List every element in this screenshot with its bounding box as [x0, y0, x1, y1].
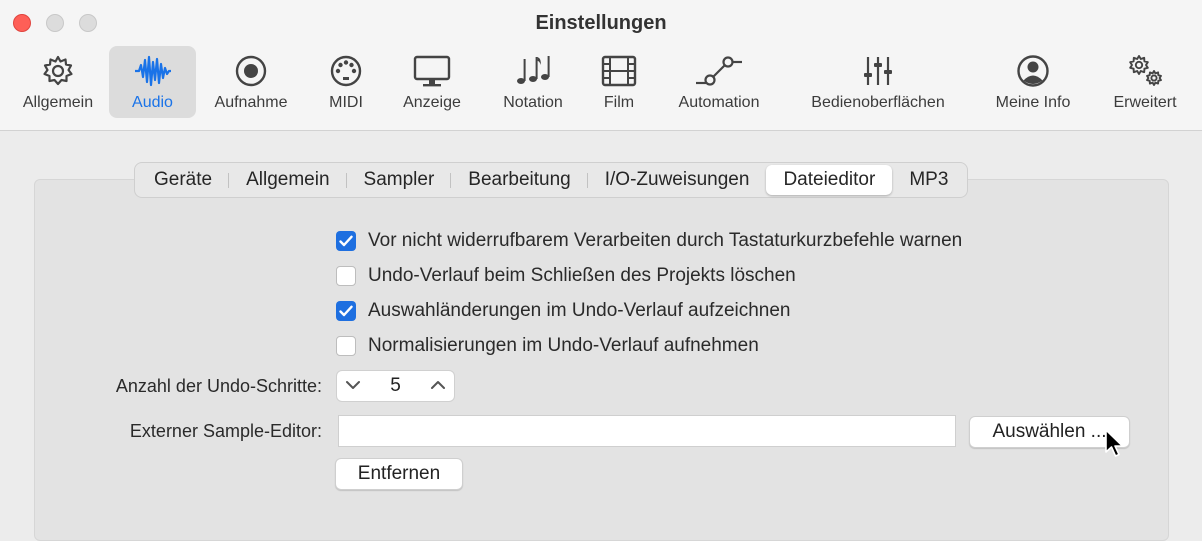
toolbar-item-film[interactable]: Film	[588, 46, 650, 118]
title-toolbar: Einstellungen Allgemein Audio Aufnahme M…	[0, 0, 1202, 131]
toolbar-label: Anzeige	[403, 94, 461, 111]
gear-icon	[38, 52, 78, 90]
toolbar-label: Aufnahme	[214, 94, 288, 111]
automation-icon	[694, 52, 744, 90]
checkmark-icon	[339, 235, 353, 247]
toolbar-item-bedienoberflaechen[interactable]: Bedienoberflächen	[796, 46, 960, 118]
checkmark-icon	[339, 305, 353, 317]
toolbar-label: MIDI	[329, 94, 363, 111]
mouse-pointer-icon	[1104, 428, 1126, 463]
option-warn-destructive[interactable]: Vor nicht widerrufbarem Verarbeiten durc…	[336, 229, 962, 253]
tab-geraete[interactable]: Geräte	[137, 165, 230, 195]
toolbar-label: Film	[603, 94, 635, 111]
tab-bar: Geräte Allgemein Sampler Bearbeitung I/O…	[134, 162, 969, 198]
toolbar-item-audio[interactable]: Audio	[109, 46, 196, 118]
tab-allgemein[interactable]: Allgemein	[229, 165, 347, 195]
undo-steps-value: 5	[390, 375, 401, 396]
undo-steps-stepper: 5	[336, 370, 455, 402]
tab-bearbeitung[interactable]: Bearbeitung	[451, 165, 589, 195]
record-icon	[231, 52, 271, 90]
sliders-icon	[858, 52, 898, 90]
toolbar-label: Notation	[503, 94, 563, 111]
toolbar-label: Automation	[678, 94, 760, 111]
tab-mp3[interactable]: MP3	[892, 165, 965, 195]
option-record-normalizations[interactable]: Normalisierungen im Undo-Verlauf aufnehm…	[336, 334, 759, 358]
checkbox-unchecked[interactable]	[336, 336, 356, 356]
toolbar-label: Erweitert	[1113, 94, 1177, 111]
monitor-icon	[412, 52, 452, 90]
checkbox-checked[interactable]	[336, 301, 356, 321]
external-editor-field[interactable]	[338, 415, 956, 447]
toolbar-item-notation[interactable]: Notation	[492, 46, 574, 118]
notes-icon	[513, 52, 553, 90]
option-label: Undo-Verlauf beim Schließen des Projekts…	[368, 265, 796, 286]
toolbar-item-automation[interactable]: Automation	[666, 46, 772, 118]
toolbar-label: Audio	[132, 94, 173, 111]
gears-icon	[1125, 52, 1165, 90]
tab-io-zuweisungen[interactable]: I/O-Zuweisungen	[588, 165, 767, 195]
option-label: Vor nicht widerrufbarem Verarbeiten durc…	[368, 230, 963, 251]
toolbar-item-aufnahme[interactable]: Aufnahme	[205, 46, 297, 118]
toolbar-label: Allgemein	[22, 94, 94, 111]
window-title: Einstellungen	[535, 12, 667, 34]
option-clear-undo-history[interactable]: Undo-Verlauf beim Schließen des Projekts…	[336, 264, 796, 288]
checkbox-checked[interactable]	[336, 231, 356, 251]
remove-button[interactable]: Entfernen	[335, 458, 463, 490]
checkbox-unchecked[interactable]	[336, 266, 356, 286]
midi-icon	[326, 52, 366, 90]
option-label: Auswahländerungen im Undo-Verlauf aufzei…	[368, 300, 791, 321]
preferences-window: Einstellungen Allgemein Audio Aufnahme M…	[0, 0, 1202, 541]
tab-dateieditor[interactable]: Dateieditor	[766, 165, 893, 195]
option-record-selection-changes[interactable]: Auswahländerungen im Undo-Verlauf aufzei…	[336, 299, 791, 323]
toolbar-item-meine-info[interactable]: Meine Info	[983, 46, 1083, 118]
person-icon	[1013, 52, 1053, 90]
toolbar-item-erweitert[interactable]: Erweitert	[1103, 46, 1187, 118]
chevron-down-icon[interactable]	[345, 377, 361, 395]
chevron-up-icon[interactable]	[430, 377, 446, 395]
toolbar-item-midi[interactable]: MIDI	[310, 46, 382, 118]
waveform-icon	[133, 52, 173, 90]
film-icon	[599, 52, 639, 90]
toolbar-label: Meine Info	[995, 94, 1071, 111]
toolbar-label: Bedienoberflächen	[811, 94, 945, 111]
tab-sampler[interactable]: Sampler	[347, 165, 452, 195]
toolbar-item-anzeige[interactable]: Anzeige	[393, 46, 471, 118]
external-editor-label: Externer Sample-Editor:	[129, 421, 322, 441]
undo-steps-label: Anzahl der Undo-Schritte:	[115, 376, 322, 396]
option-label: Normalisierungen im Undo-Verlauf aufnehm…	[368, 335, 759, 356]
toolbar-item-allgemein[interactable]: Allgemein	[12, 46, 104, 118]
